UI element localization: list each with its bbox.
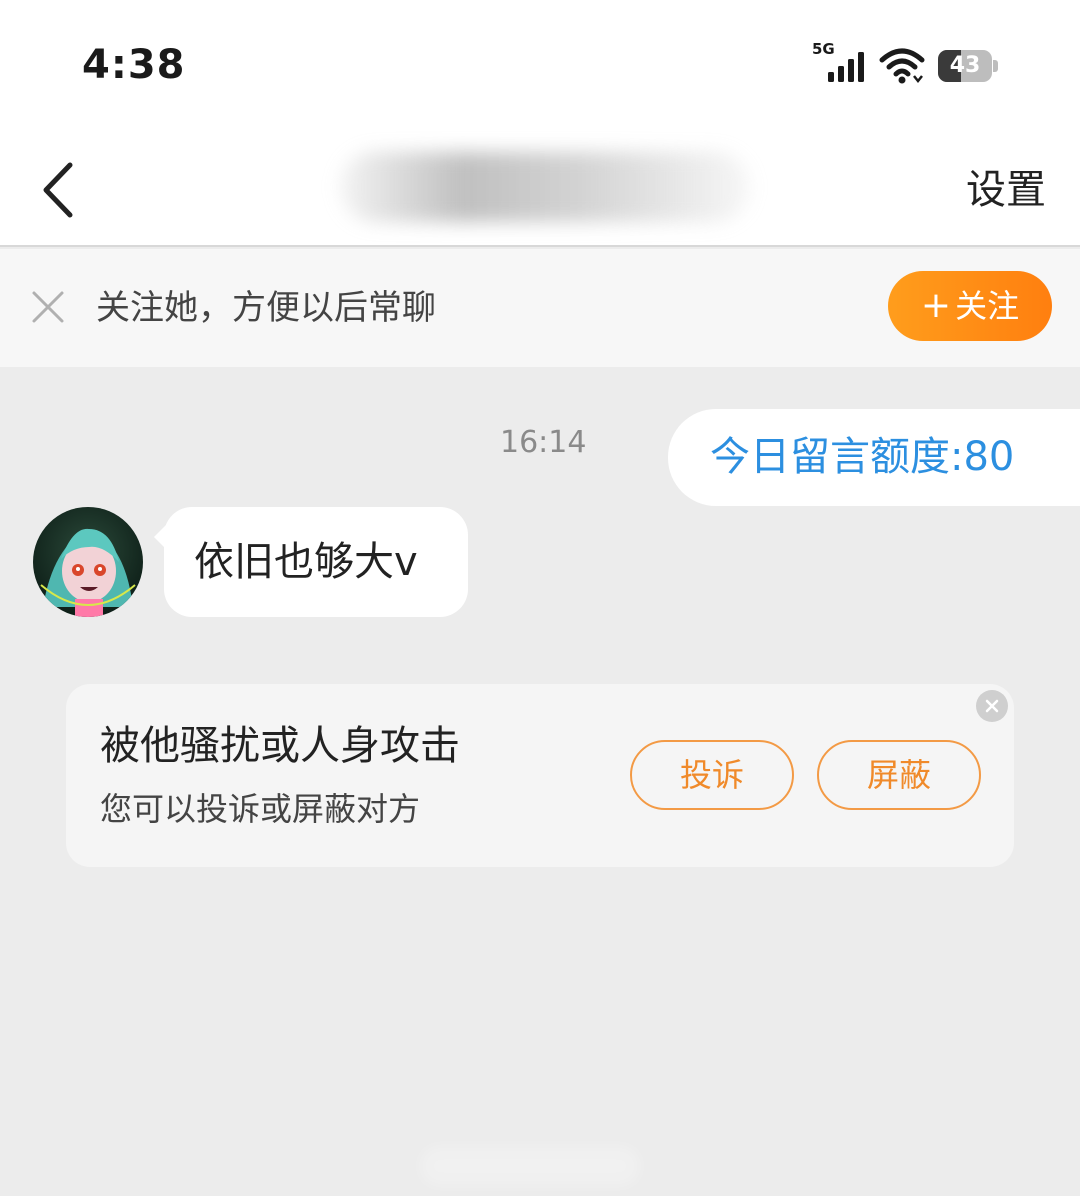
battery-icon: 43 xyxy=(938,50,998,82)
plus-icon: + xyxy=(920,285,952,326)
follow-button[interactable]: + 关注 xyxy=(888,271,1052,341)
safety-card-subtitle: 您可以投诉或屏蔽对方 xyxy=(100,790,421,828)
follow-label: 关注 xyxy=(955,287,1020,325)
chat-header: 设置 xyxy=(0,130,1080,247)
close-banner-button[interactable] xyxy=(28,287,68,327)
status-icons: 5G 43 xyxy=(812,40,998,86)
block-button[interactable]: 屏蔽 xyxy=(817,740,981,810)
signal-icon: 5G xyxy=(812,40,866,86)
back-button[interactable] xyxy=(30,155,86,225)
safety-card-title: 被他骚扰或人身攻击 xyxy=(100,723,460,769)
chat-title xyxy=(340,152,750,222)
follow-hint: 关注她，方便以后常聊 xyxy=(96,288,436,328)
close-icon xyxy=(32,291,64,323)
avatar[interactable] xyxy=(33,507,143,617)
sent-message-bubble[interactable]: 今日留言额度:80 xyxy=(668,409,1080,506)
follow-banner: 关注她，方便以后常聊 + 关注 xyxy=(0,249,1080,367)
complain-button[interactable]: 投诉 xyxy=(630,740,794,810)
wifi-icon xyxy=(878,46,926,86)
battery-level: 43 xyxy=(949,53,981,78)
status-bar: 4:38 5G 43 xyxy=(0,0,1080,130)
watermark xyxy=(420,1146,640,1186)
message-timestamp: 16:14 xyxy=(500,425,587,460)
status-time: 4:38 xyxy=(82,42,186,88)
received-message-bubble[interactable]: 依旧也够大v xyxy=(154,507,468,617)
safety-card: 被他骚扰或人身攻击 您可以投诉或屏蔽对方 投诉 屏蔽 xyxy=(66,684,1014,867)
settings-button[interactable]: 设置 xyxy=(966,160,1046,220)
close-icon xyxy=(985,699,999,713)
close-card-button[interactable] xyxy=(976,690,1008,722)
chevron-left-icon xyxy=(43,162,73,218)
